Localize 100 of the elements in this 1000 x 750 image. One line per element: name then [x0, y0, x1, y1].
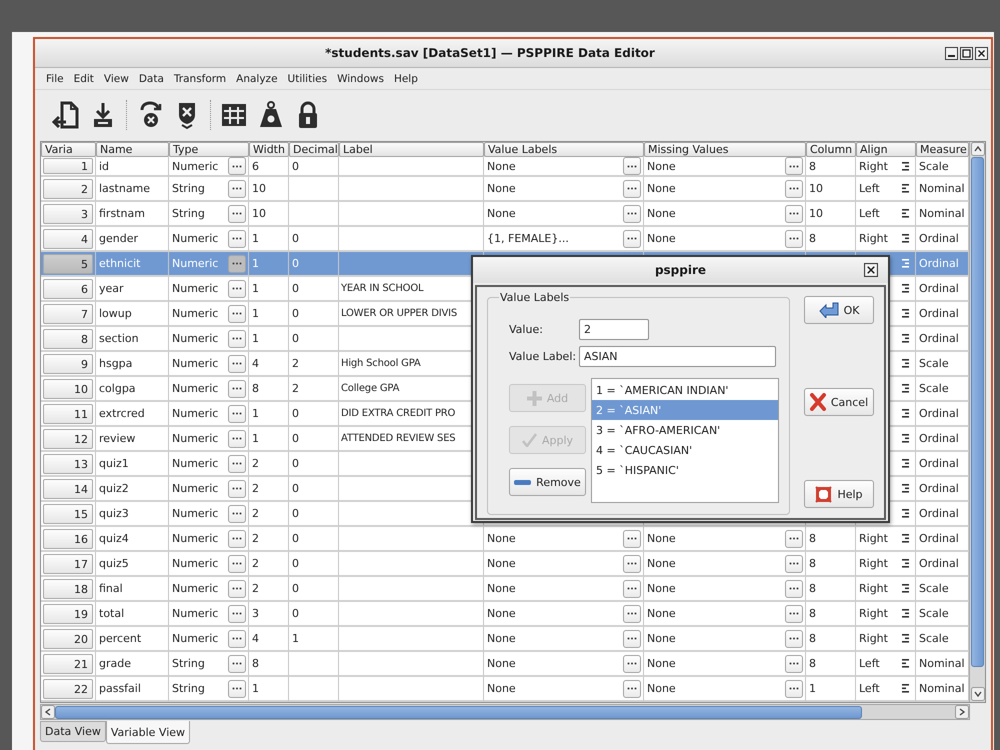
table-cell: 0: [292, 332, 299, 345]
table-cell: 10: [252, 182, 266, 195]
table-cell: Scale: [919, 607, 949, 620]
table-cell: 1: [252, 332, 259, 345]
table-cell: Ordinal: [919, 432, 959, 445]
table-cell: None: [487, 582, 516, 595]
table-cell: total: [99, 607, 124, 620]
table-cell: 0: [292, 407, 299, 420]
table-cell: 0: [292, 532, 299, 545]
table-cell: 8: [809, 632, 816, 645]
table-cell: None: [647, 607, 676, 620]
table-cell: ATTENDED REVIEW SES: [341, 432, 456, 445]
table-cell: passfail: [99, 682, 141, 695]
table-cell: Numeric: [172, 357, 218, 370]
table-cell: hsgpa: [99, 357, 132, 370]
table-cell: final: [99, 582, 123, 595]
table-cell: 1: [252, 282, 259, 295]
table-cell: Numeric: [172, 257, 218, 270]
table-cell: Ordinal: [919, 507, 959, 520]
table-cell: Scale: [919, 632, 949, 645]
table-cell: College GPA: [341, 382, 400, 395]
table-cell: 1: [252, 232, 259, 245]
table-cell: 8: [809, 657, 816, 670]
table-cell: Nominal: [919, 182, 964, 195]
table-cell: LOWER OR UPPER DIVIS: [341, 307, 458, 320]
table-cell: 8: [252, 382, 259, 395]
table-cell: Scale: [919, 357, 949, 370]
table-cell: Ordinal: [919, 307, 959, 320]
table-cell: Nominal: [919, 657, 964, 670]
table-cell: Ordinal: [919, 457, 959, 470]
table-cell: percent: [99, 632, 142, 645]
table-cell: Numeric: [172, 457, 218, 470]
table-cell: 8: [809, 232, 816, 245]
table-cell: Right: [859, 632, 888, 645]
table-cell: 8: [809, 557, 816, 570]
table-cell: Right: [859, 557, 888, 570]
table-cell: Numeric: [172, 532, 218, 545]
table-cell: 0: [292, 457, 299, 470]
table-cell: None: [647, 232, 676, 245]
table-cell: 10: [809, 182, 823, 195]
table-cell: None: [647, 160, 676, 172]
table-cell: Right: [859, 582, 888, 595]
table-cell: None: [647, 532, 676, 545]
table-cell: extrcred: [99, 407, 145, 420]
table-cell: Right: [859, 160, 888, 172]
table-cell: Numeric: [172, 407, 218, 420]
window-title: *students.sav [DataSet1] — PSPPIRE Data Editor: [325, 46, 655, 60]
table-cell: colgpa: [99, 382, 136, 395]
table-cell: 10: [252, 207, 266, 220]
table-cell: 1: [252, 432, 259, 445]
table-cell: 0: [292, 557, 299, 570]
table-cell: 1: [252, 407, 259, 420]
table-cell: None: [647, 657, 676, 670]
table-cell: Numeric: [172, 332, 218, 345]
table-cell: None: [487, 207, 516, 220]
table-cell: Numeric: [172, 160, 218, 172]
table-cell: Numeric: [172, 632, 218, 645]
table-cell: Ordinal: [919, 332, 959, 345]
table-cell: None: [487, 657, 516, 670]
table-cell: High School GPA: [341, 357, 421, 370]
table-cell: 8: [809, 532, 816, 545]
table-cell: Nominal: [919, 682, 964, 695]
table-cell: None: [647, 582, 676, 595]
table-cell: None: [647, 557, 676, 570]
table-cell: section: [99, 332, 139, 345]
table-cell: gender: [99, 232, 138, 245]
table-cell: Ordinal: [919, 282, 959, 295]
table-cell: 0: [292, 582, 299, 595]
table-cell: 2: [252, 557, 259, 570]
table-cell: 1: [252, 682, 259, 695]
table-cell: quiz2: [99, 482, 129, 495]
table-cell: Numeric: [172, 232, 218, 245]
table-cell: 1: [809, 682, 816, 695]
table-cell: Left: [859, 657, 880, 670]
table-cell: grade: [99, 657, 131, 670]
table-cell: 2: [292, 382, 299, 395]
table-cell: None: [487, 557, 516, 570]
table-cell: None: [647, 632, 676, 645]
table-cell: Right: [859, 532, 888, 545]
table-cell: 8: [809, 582, 816, 595]
table-cell: 0: [292, 257, 299, 270]
table-cell: 1: [252, 257, 259, 270]
table-cell: review: [99, 432, 136, 445]
table-cell: Numeric: [172, 382, 218, 395]
table-cell: Ordinal: [919, 482, 959, 495]
table-cell: DID EXTRA CREDIT PRO: [341, 407, 456, 420]
table-cell: None: [647, 207, 676, 220]
table-cell: Numeric: [172, 557, 218, 570]
table-cell: Left: [859, 207, 880, 220]
table-cell: lowup: [99, 307, 132, 320]
table-cell: None: [647, 682, 676, 695]
table-cell: Ordinal: [919, 557, 959, 570]
table-cell: 1: [292, 632, 299, 645]
table-cell: None: [487, 632, 516, 645]
table-cell: Numeric: [172, 432, 218, 445]
table-cell: {1, FEMALE}...: [487, 232, 569, 245]
table-cell: None: [487, 607, 516, 620]
table-cell: Numeric: [172, 307, 218, 320]
table-cell: 8: [809, 160, 816, 172]
table-cell: 2: [252, 457, 259, 470]
